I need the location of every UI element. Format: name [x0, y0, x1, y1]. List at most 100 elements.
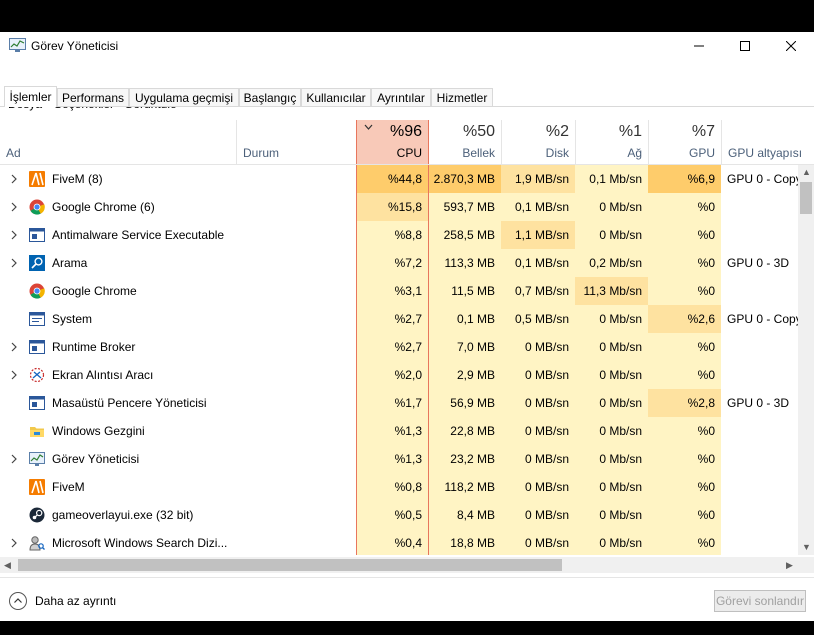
process-network-value: 0 Mb/sn: [575, 305, 648, 333]
process-disk-value: 1,9 MB/sn: [501, 165, 575, 193]
expand-chevron-icon[interactable]: [9, 200, 19, 214]
scroll-left-icon[interactable]: ◀: [4, 560, 11, 571]
process-memory-value: 2.870,3 MB: [429, 165, 501, 193]
process-disk-value: 0,1 MB/sn: [501, 193, 575, 221]
title-bar[interactable]: Görev Yöneticisi: [0, 32, 814, 60]
process-memory-value: 258,5 MB: [429, 221, 501, 249]
process-memory-value: 8,4 MB: [429, 501, 501, 529]
process-gpu-engine-value: GPU 0 - Copy: [727, 312, 798, 326]
tab-startup[interactable]: Başlangıç: [239, 88, 301, 106]
process-memory-value: 23,2 MB: [429, 445, 501, 473]
process-row[interactable]: FiveM %0,8 118,2 MB 0 MB/sn 0 Mb/sn %0: [0, 473, 798, 501]
scroll-right-icon[interactable]: ▶: [786, 560, 793, 571]
process-memory-value: 2,9 MB: [429, 361, 501, 389]
process-name: Arama: [52, 256, 88, 270]
snipping-tool-icon: [29, 367, 45, 383]
col-cpu[interactable]: %96 CPU: [356, 120, 429, 164]
process-row[interactable]: Google Chrome %3,1 11,5 MB 0,7 MB/sn 11,3 Mb…: [0, 277, 798, 305]
col-name-label: Ad: [6, 146, 21, 160]
col-gpu-engine[interactable]: GPU altyapısı: [721, 120, 814, 164]
horizontal-scroll-thumb[interactable]: [18, 559, 562, 571]
tab-services[interactable]: Hizmetler: [431, 88, 493, 106]
process-cpu-value: %0,8: [356, 473, 429, 501]
process-cpu-value: %1,7: [356, 389, 429, 417]
process-gpu-value: %0: [648, 277, 721, 305]
process-list: FiveM (8) %44,8 2.870,3 MB 1,9 MB/sn 0,1 Mb/…: [0, 165, 798, 555]
process-network-value: 0 Mb/sn: [575, 445, 648, 473]
col-gpu[interactable]: %7 GPU: [648, 120, 721, 164]
expand-chevron-icon[interactable]: [9, 256, 19, 270]
minimize-button[interactable]: [676, 32, 722, 60]
tab-details[interactable]: Ayrıntılar: [371, 88, 431, 106]
col-network[interactable]: %1 Ağ: [575, 120, 648, 164]
process-row[interactable]: System %2,7 0,1 MB 0,5 MB/sn 0 Mb/sn %2,6 GPU …: [0, 305, 798, 333]
expand-chevron-icon[interactable]: [9, 536, 19, 550]
vertical-scroll-thumb[interactable]: [800, 182, 812, 214]
scroll-up-icon[interactable]: ▲: [802, 167, 811, 177]
tab-app-history[interactable]: Uygulama geçmişi: [129, 88, 239, 106]
process-row[interactable]: Ekran Alıntısı Aracı %2,0 2,9 MB 0 MB/sn 0 M…: [0, 361, 798, 389]
expand-chevron-icon[interactable]: [9, 172, 19, 186]
horizontal-scrollbar[interactable]: ◀ ▶: [0, 557, 814, 573]
process-network-value: 0 Mb/sn: [575, 361, 648, 389]
expand-chevron-icon[interactable]: [9, 368, 19, 382]
service-window-icon: [29, 340, 45, 354]
process-row[interactable]: Arama %7,2 113,3 MB 0,1 MB/sn 0,2 Mb/sn %0 GPU…: [0, 249, 798, 277]
process-gpu-value: %0: [648, 249, 721, 277]
process-row[interactable]: Windows Gezgini %1,3 22,8 MB 0 MB/sn 0 Mb/sn…: [0, 417, 798, 445]
col-disk[interactable]: %2 Disk: [501, 120, 575, 164]
process-name: FiveM: [52, 480, 85, 494]
fewer-details-link[interactable]: Daha az ayrıntı: [35, 594, 116, 608]
process-row[interactable]: Google Chrome (6) %15,8 593,7 MB 0,1 MB/sn 0…: [0, 193, 798, 221]
process-gpu-value: %2,8: [648, 389, 721, 417]
process-row[interactable]: Görev Yöneticisi %1,3 23,2 MB 0 MB/sn 0 Mb/s…: [0, 445, 798, 473]
maximize-button[interactable]: [722, 32, 768, 60]
process-network-value: 0 Mb/sn: [575, 529, 648, 555]
process-network-value: 0 Mb/sn: [575, 221, 648, 249]
process-network-value: 11,3 Mb/sn: [575, 277, 648, 305]
expand-chevron-icon[interactable]: [9, 452, 19, 466]
scroll-down-icon[interactable]: ▼: [802, 542, 811, 552]
process-row[interactable]: Masaüstü Pencere Yöneticisi %1,7 56,9 MB 0 …: [0, 389, 798, 417]
fivem-icon: [29, 171, 45, 187]
close-button[interactable]: [768, 32, 814, 60]
col-network-total: %1: [618, 123, 642, 140]
process-cpu-value: %1,3: [356, 445, 429, 473]
process-row[interactable]: FiveM (8) %44,8 2.870,3 MB 1,9 MB/sn 0,1 Mb/…: [0, 165, 798, 193]
col-gpu-engine-label: GPU altyapısı: [728, 146, 803, 160]
tab-processes[interactable]: İşlemler: [4, 86, 57, 107]
vertical-scrollbar[interactable]: ▲ ▼: [798, 165, 814, 555]
process-memory-value: 18,8 MB: [429, 529, 501, 555]
process-network-value: 0 Mb/sn: [575, 333, 648, 361]
process-gpu-value: %0: [648, 333, 721, 361]
process-network-value: 0 Mb/sn: [575, 193, 648, 221]
tab-users[interactable]: Kullanıcılar: [301, 88, 371, 106]
end-task-button[interactable]: Görevi sonlandır: [714, 590, 806, 612]
process-cpu-value: %7,2: [356, 249, 429, 277]
col-gpu-total: %7: [691, 123, 715, 140]
process-network-value: 0 Mb/sn: [575, 501, 648, 529]
process-row[interactable]: Antimalware Service Executable %8,8 258,5 …: [0, 221, 798, 249]
task-manager-icon: [9, 38, 26, 52]
process-row[interactable]: Microsoft Windows Search Dizi... %0,4 18,8…: [0, 529, 798, 555]
col-status[interactable]: Durum: [236, 120, 356, 164]
col-disk-total: %2: [545, 123, 569, 140]
expand-chevron-icon[interactable]: [9, 340, 19, 354]
process-name: Runtime Broker: [52, 340, 136, 354]
process-gpu-value: %2,6: [648, 305, 721, 333]
process-name: Ekran Alıntısı Aracı: [52, 368, 154, 382]
process-name: Windows Gezgini: [52, 424, 145, 438]
process-disk-value: 0,1 MB/sn: [501, 249, 575, 277]
process-row[interactable]: Runtime Broker %2,7 7,0 MB 0 MB/sn 0 Mb/sn %0: [0, 333, 798, 361]
process-memory-value: 113,3 MB: [429, 249, 501, 277]
process-disk-value: 0 MB/sn: [501, 361, 575, 389]
process-row[interactable]: gameoverlayui.exe (32 bit) %0,5 8,4 MB 0 MB…: [0, 501, 798, 529]
collapse-details-icon[interactable]: [9, 592, 27, 610]
col-disk-label: Disk: [545, 146, 569, 160]
col-name[interactable]: Ad: [0, 120, 236, 164]
expand-chevron-icon[interactable]: [9, 228, 19, 242]
tab-performance[interactable]: Performans: [57, 88, 129, 106]
process-name: Microsoft Windows Search Dizi...: [52, 536, 228, 550]
process-cpu-value: %44,8: [356, 165, 429, 193]
col-memory[interactable]: %50 Bellek: [429, 120, 501, 164]
